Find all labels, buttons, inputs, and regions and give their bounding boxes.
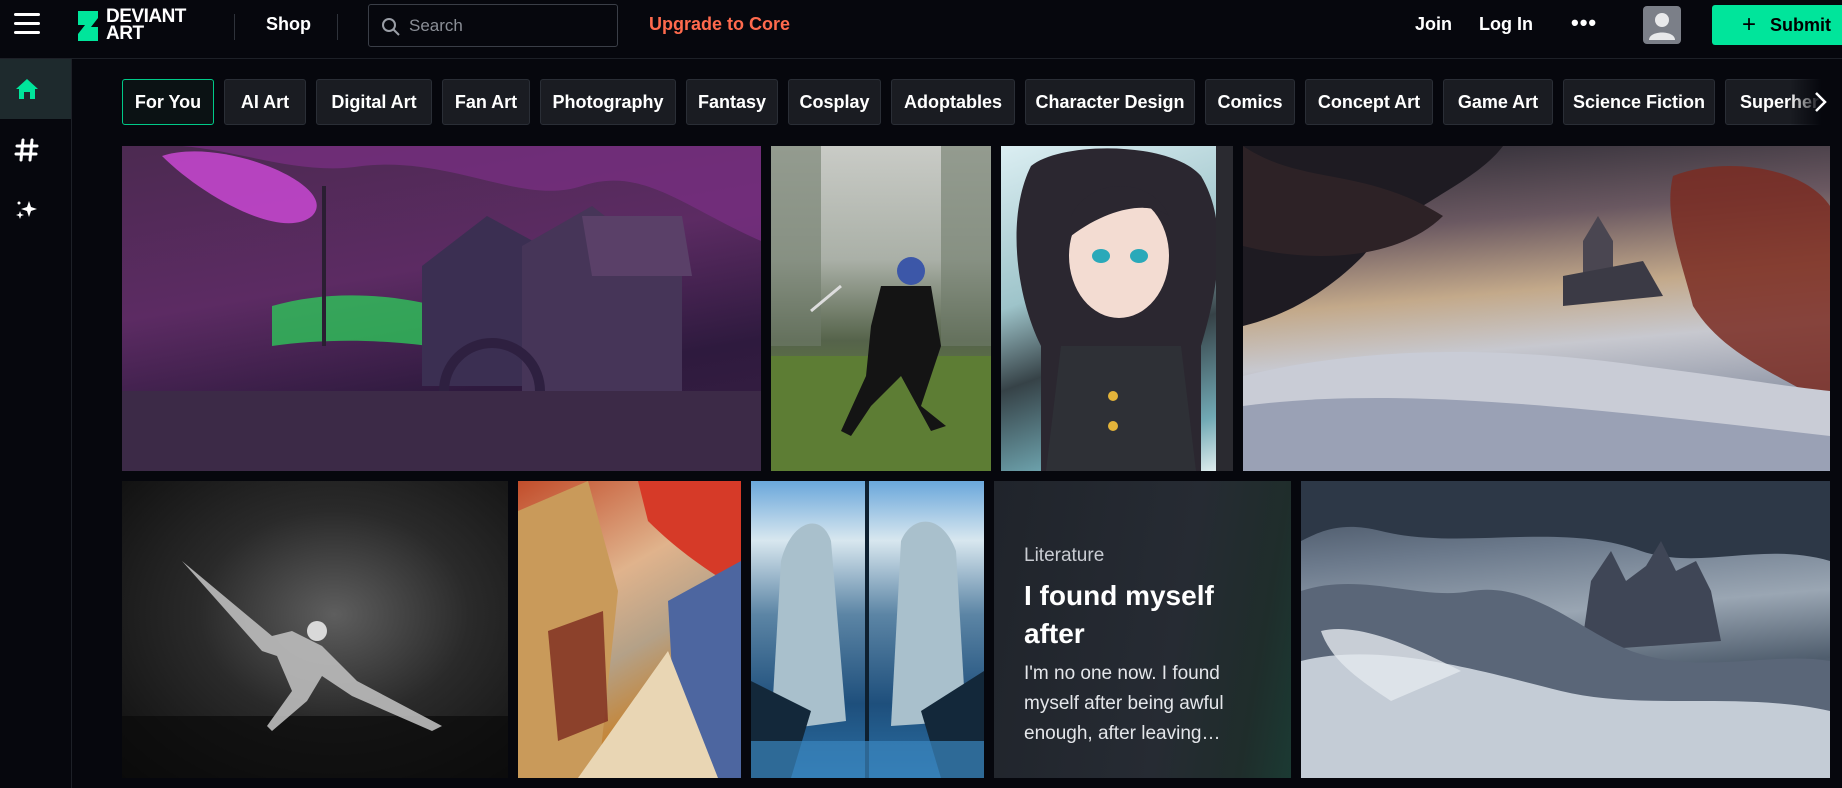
- chip-adoptables[interactable]: Adoptables: [891, 79, 1015, 125]
- deviation-thumbnail-winter-village[interactable]: [1243, 146, 1830, 471]
- deviation-thumbnail-watercolor-street[interactable]: [518, 481, 741, 778]
- upgrade-to-core-link[interactable]: Upgrade to Core: [649, 14, 790, 35]
- chip-science-fiction[interactable]: Science Fiction: [1563, 79, 1715, 125]
- artwork-image: [1301, 481, 1830, 778]
- logo-wordmark: DEVIANT ART: [106, 6, 186, 44]
- deviantart-logo-icon: [78, 11, 98, 41]
- user-icon: [1649, 13, 1675, 40]
- artwork-image: [122, 561, 508, 778]
- chip-fantasy[interactable]: Fantasy: [686, 79, 778, 125]
- left-sidebar: [0, 59, 72, 788]
- artwork-image: [1016, 146, 1233, 471]
- avatar[interactable]: [1643, 6, 1681, 44]
- deviation-thumbnail-anime-portrait[interactable]: [1001, 146, 1233, 471]
- search-box[interactable]: [368, 4, 618, 47]
- chip-concept-art[interactable]: Concept Art: [1305, 79, 1433, 125]
- artwork-image: [122, 146, 761, 471]
- submit-label: Submit: [1770, 15, 1831, 35]
- deviation-thumbnail-dancer[interactable]: [122, 481, 508, 778]
- artwork-image: [751, 481, 984, 778]
- sidebar-item-tags[interactable]: [0, 119, 71, 179]
- hashtag-icon: [14, 138, 39, 162]
- sparkle-icon: [16, 201, 37, 219]
- top-bar: DEVIANT ART Shop Upgrade to Core Join Lo…: [0, 0, 1842, 59]
- chip-game-art[interactable]: Game Art: [1443, 79, 1553, 125]
- search-input[interactable]: [409, 13, 609, 39]
- divider: [234, 14, 235, 40]
- shop-link[interactable]: Shop: [266, 14, 311, 35]
- chip-photography[interactable]: Photography: [540, 79, 676, 125]
- submit-button[interactable]: + Submit: [1712, 5, 1842, 45]
- deviation-thumbnail-photo-figure[interactable]: [771, 146, 991, 471]
- sidebar-item-sparkle[interactable]: [0, 179, 71, 239]
- deviantart-logo[interactable]: DEVIANT ART: [76, 6, 206, 44]
- chip-cosplay[interactable]: Cosplay: [788, 79, 881, 125]
- deviation-thumbnail-argonath[interactable]: [751, 481, 984, 778]
- category-chip-bar: For You AI Art Digital Art Fan Art Photo…: [122, 79, 1842, 125]
- home-icon: [16, 79, 38, 99]
- deviation-thumbnail-watermill[interactable]: [122, 146, 761, 471]
- chevron-right-icon[interactable]: [1810, 89, 1830, 115]
- chip-ai-art[interactable]: AI Art: [224, 79, 306, 125]
- literature-card[interactable]: Literature I found myself after I'm no o…: [994, 481, 1291, 778]
- deviation-thumbnail-snowy-castle[interactable]: [1301, 481, 1830, 778]
- more-options-icon[interactable]: •••: [1571, 10, 1597, 36]
- login-link[interactable]: Log In: [1479, 14, 1533, 35]
- chip-character-design[interactable]: Character Design: [1025, 79, 1195, 125]
- artwork-image: [518, 481, 741, 778]
- literature-category-label: Literature: [1024, 545, 1105, 566]
- chip-for-you[interactable]: For You: [122, 79, 214, 125]
- literature-title[interactable]: I found myself after: [1024, 577, 1274, 653]
- chip-comics[interactable]: Comics: [1205, 79, 1295, 125]
- artwork-image: [771, 146, 991, 471]
- search-icon: [382, 18, 400, 36]
- chip-fan-art[interactable]: Fan Art: [442, 79, 530, 125]
- plus-icon: +: [1742, 11, 1757, 38]
- literature-excerpt: I'm no one now. I found myself after bei…: [1024, 663, 1224, 744]
- menu-icon[interactable]: [14, 13, 40, 35]
- divider: [337, 14, 338, 40]
- chip-digital-art[interactable]: Digital Art: [316, 79, 432, 125]
- sidebar-item-home[interactable]: [0, 59, 71, 119]
- join-link[interactable]: Join: [1415, 14, 1452, 35]
- artwork-image: [1243, 146, 1830, 471]
